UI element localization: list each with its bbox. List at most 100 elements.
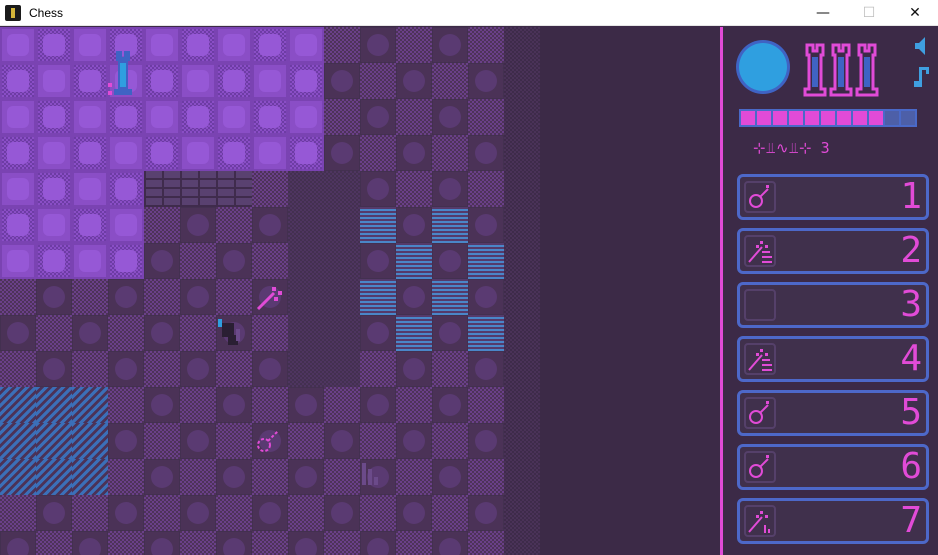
board-tile[interactable] (216, 387, 252, 423)
board-tile[interactable] (360, 99, 396, 135)
board-tile[interactable] (144, 63, 180, 99)
inventory-slot-6[interactable]: 6 (737, 444, 929, 490)
board-tile[interactable] (324, 27, 360, 63)
board-tile[interactable] (468, 27, 504, 63)
board-tile[interactable] (396, 315, 432, 351)
board-tile[interactable] (468, 531, 504, 555)
board-tile[interactable] (108, 531, 144, 555)
board-tile[interactable] (216, 279, 252, 315)
board-tile[interactable] (216, 207, 252, 243)
board-tile[interactable] (108, 279, 144, 315)
board-tile[interactable] (144, 459, 180, 495)
board-tile[interactable] (0, 315, 36, 351)
inventory-slot-7[interactable]: 7 (737, 498, 929, 544)
board-tile[interactable] (468, 495, 504, 531)
board-tile[interactable] (324, 315, 360, 351)
board-tile[interactable] (0, 171, 36, 207)
board-tile[interactable] (432, 63, 468, 99)
board-tile[interactable] (72, 315, 108, 351)
inventory-slot-1[interactable]: 1 (737, 174, 929, 220)
board-tile[interactable] (432, 99, 468, 135)
board-tile[interactable] (432, 315, 468, 351)
board-tile[interactable] (0, 135, 36, 171)
board-tile[interactable] (216, 423, 252, 459)
board-tile[interactable] (252, 171, 288, 207)
board-tile[interactable] (468, 387, 504, 423)
board-tile[interactable] (432, 243, 468, 279)
board-tile[interactable] (360, 387, 396, 423)
board-tile[interactable] (396, 495, 432, 531)
board-tile[interactable] (216, 63, 252, 99)
board-tile[interactable] (396, 387, 432, 423)
board-tile[interactable] (144, 207, 180, 243)
board-tile[interactable] (180, 27, 216, 63)
board-tile[interactable] (180, 63, 216, 99)
board-tile[interactable] (396, 459, 432, 495)
board-tile[interactable] (288, 351, 324, 387)
board-tile[interactable] (468, 423, 504, 459)
board-tile[interactable] (144, 315, 180, 351)
minimize-button[interactable]: — (800, 0, 846, 26)
board-tile[interactable] (180, 387, 216, 423)
music-note-icon[interactable] (913, 65, 931, 93)
board-tile[interactable] (108, 423, 144, 459)
board-tile[interactable] (72, 279, 108, 315)
board-tile[interactable] (108, 495, 144, 531)
board-tile[interactable] (36, 207, 72, 243)
wand-pickup[interactable] (254, 283, 284, 313)
board-tile[interactable] (360, 171, 396, 207)
board-tile[interactable] (108, 351, 144, 387)
board-tile[interactable] (0, 459, 36, 495)
board-tile[interactable] (144, 27, 180, 63)
board-tile[interactable] (360, 279, 396, 315)
board-tile[interactable] (288, 99, 324, 135)
board-tile[interactable] (144, 279, 180, 315)
board-tile[interactable] (108, 243, 144, 279)
board-tile[interactable] (252, 351, 288, 387)
board-tile[interactable] (144, 135, 180, 171)
board-tile[interactable] (36, 315, 72, 351)
inventory-slot-5[interactable]: 5 (737, 390, 929, 436)
board-tile[interactable] (0, 423, 36, 459)
board-tile[interactable] (0, 351, 36, 387)
board-tile[interactable] (216, 99, 252, 135)
board-tile[interactable] (252, 135, 288, 171)
board-tile[interactable] (72, 99, 108, 135)
board-tile[interactable] (324, 279, 360, 315)
board-tile[interactable] (396, 423, 432, 459)
board-tile[interactable] (432, 387, 468, 423)
board-tile[interactable] (432, 351, 468, 387)
board-tile[interactable] (252, 99, 288, 135)
board-tile[interactable] (360, 531, 396, 555)
board-tile[interactable] (216, 351, 252, 387)
board-tile[interactable] (468, 99, 504, 135)
board-tile[interactable] (288, 531, 324, 555)
board-tile[interactable] (36, 495, 72, 531)
board-tile[interactable] (252, 243, 288, 279)
board-tile[interactable] (180, 423, 216, 459)
board-tile[interactable] (360, 27, 396, 63)
board-tile[interactable] (288, 243, 324, 279)
board-tile[interactable] (468, 207, 504, 243)
board-tile[interactable] (72, 135, 108, 171)
board-tile[interactable] (324, 63, 360, 99)
board-tile[interactable] (360, 135, 396, 171)
board-tile[interactable] (432, 495, 468, 531)
board-tile[interactable] (432, 207, 468, 243)
key-pickup[interactable] (254, 427, 284, 457)
board-tile[interactable] (396, 279, 432, 315)
board-tile[interactable] (432, 531, 468, 555)
board-tile[interactable] (324, 135, 360, 171)
close-button[interactable]: ✕ (892, 0, 938, 26)
board-tile[interactable] (468, 243, 504, 279)
board-tile[interactable] (216, 531, 252, 555)
board-tile[interactable] (180, 351, 216, 387)
board-tile[interactable] (432, 135, 468, 171)
board-tile[interactable] (396, 531, 432, 555)
board-tile[interactable] (144, 171, 180, 207)
board-tile[interactable] (288, 63, 324, 99)
board-tile[interactable] (288, 207, 324, 243)
board-tile[interactable] (72, 171, 108, 207)
board-tile[interactable] (0, 495, 36, 531)
board-tile[interactable] (36, 63, 72, 99)
